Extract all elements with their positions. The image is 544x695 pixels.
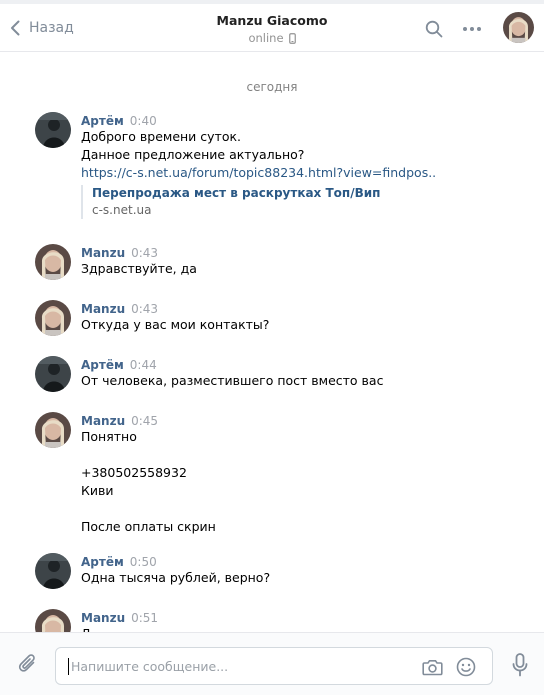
message-item: Артём 0:40 Доброго времени суток. Данное … xyxy=(35,112,505,219)
search-button[interactable] xyxy=(423,18,445,40)
message-input-placeholder: Напишите сообщение... xyxy=(71,659,229,674)
manzu-avatar-image xyxy=(35,412,71,448)
mobile-phone-icon xyxy=(288,32,296,44)
text-caret xyxy=(68,658,69,675)
message-composer: Напишите сообщение... xyxy=(0,632,544,695)
chat-title: Manzu Giacomo xyxy=(216,13,328,28)
message-text: Д xyxy=(81,625,505,632)
chat-header: Назад Manzu Giacomo online xyxy=(0,4,544,52)
message-time: 0:44 xyxy=(129,358,157,372)
manzu-avatar-image xyxy=(35,300,71,336)
attach-button[interactable] xyxy=(16,652,40,676)
voice-message-button[interactable] xyxy=(508,652,532,678)
message-history[interactable]: сегодня Артём 0:40 Доброго времени суток.… xyxy=(0,53,544,632)
camera-icon xyxy=(421,659,443,675)
search-icon xyxy=(425,20,443,38)
artyom-avatar-image xyxy=(35,553,71,589)
manzu-avatar-image xyxy=(35,244,71,280)
message-text: Откуда у вас мои контакты? xyxy=(81,317,270,332)
avatar[interactable] xyxy=(35,244,71,280)
avatar[interactable] xyxy=(35,553,71,589)
emoji-button[interactable] xyxy=(455,656,477,678)
attachment-domain: c-s.net.ua xyxy=(92,203,152,217)
avatar[interactable] xyxy=(35,356,71,392)
more-button[interactable] xyxy=(460,18,484,40)
message-input[interactable]: Напишите сообщение... xyxy=(55,647,493,685)
message-time: 0:45 xyxy=(131,414,159,428)
smile-icon xyxy=(456,657,476,677)
back-label: Назад xyxy=(29,20,74,36)
message-time: 0:50 xyxy=(129,555,157,569)
back-button[interactable]: Назад xyxy=(10,17,74,39)
link-attachment[interactable]: Перепродажа мест в раскрутках Топ/Вип c-… xyxy=(81,185,505,219)
message-author[interactable]: Артём xyxy=(81,555,124,569)
message-author[interactable]: Manzu xyxy=(81,302,125,316)
message-author[interactable]: Артём xyxy=(81,358,124,372)
artyom-avatar-image xyxy=(35,112,71,148)
attachment-title[interactable]: Перепродажа мест в раскрутках Топ/Вип xyxy=(92,185,505,202)
manzu-avatar-image xyxy=(503,12,534,43)
message-time: 0:40 xyxy=(129,114,157,128)
message-text: Понятно xyxy=(81,429,137,444)
date-separator: сегодня xyxy=(246,80,298,94)
message-time: 0:43 xyxy=(131,246,159,260)
message-time: 0:43 xyxy=(131,302,159,316)
message-text: Киви xyxy=(81,483,114,498)
message-item: Артём 0:50 Одна тысяча рублей, верно? xyxy=(35,553,505,589)
microphone-icon xyxy=(512,653,528,677)
chat-title-block[interactable]: Manzu Giacomo online xyxy=(150,13,394,45)
message-text: После оплаты скрин xyxy=(81,519,216,534)
message-link[interactable]: https://c-s.net.ua/forum/topic88234.html… xyxy=(81,164,505,182)
online-status: online xyxy=(150,31,394,45)
chevron-left-icon xyxy=(11,20,20,36)
paperclip-icon xyxy=(18,654,35,672)
avatar[interactable] xyxy=(35,609,71,632)
avatar[interactable] xyxy=(35,112,71,148)
message-text: Доброго времени суток. xyxy=(81,129,241,144)
camera-button[interactable] xyxy=(421,656,443,678)
message-item: Manzu 0:43 Здравствуйте, да xyxy=(35,244,505,280)
online-status-text: online xyxy=(248,31,284,45)
avatar[interactable] xyxy=(35,412,71,448)
message-item: Артём 0:44 От человека, разместившего пос… xyxy=(35,356,505,392)
message-text: Здравствуйте, да xyxy=(81,261,197,276)
manzu-avatar-image xyxy=(35,609,71,632)
more-dots-icon xyxy=(463,27,481,31)
message-item: Manzu 0:45 Понятно +380502558932 Киви Пос… xyxy=(35,412,505,536)
header-avatar[interactable] xyxy=(503,12,534,43)
message-text: Одна тысяча рублей, верно? xyxy=(81,570,271,585)
message-time: 0:51 xyxy=(131,611,159,625)
avatar[interactable] xyxy=(35,300,71,336)
message-author[interactable]: Manzu xyxy=(81,414,125,428)
message-author[interactable]: Артём xyxy=(81,114,124,128)
message-text: От человека, разместившего пост вместо в… xyxy=(81,373,384,388)
artyom-avatar-image xyxy=(35,356,71,392)
message-item: Manzu 0:43 Откуда у вас мои контакты? xyxy=(35,300,505,336)
message-author[interactable]: Manzu xyxy=(81,611,125,625)
message-text: Данное предложение актуально? xyxy=(81,147,305,162)
message-item: Manzu 0:51 Д xyxy=(35,609,505,632)
message-text: +380502558932 xyxy=(81,465,187,480)
message-author[interactable]: Manzu xyxy=(81,246,125,260)
